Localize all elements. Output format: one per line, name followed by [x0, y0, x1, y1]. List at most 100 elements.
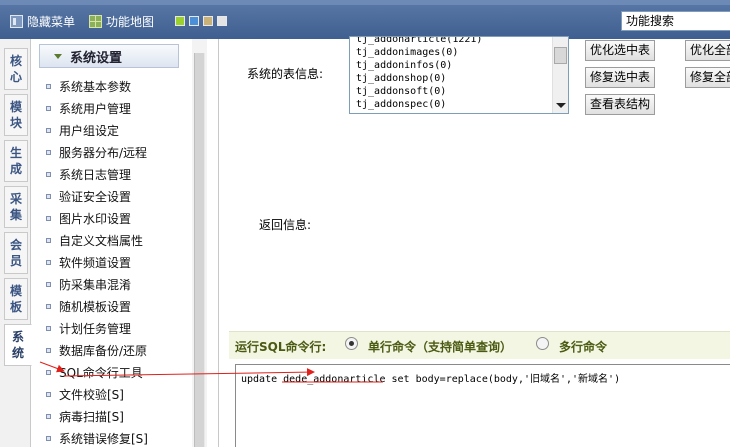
table-info-label: 系统的表信息: [247, 67, 324, 81]
hide-menu-label: 隐藏菜单 [27, 14, 76, 29]
content-divider [218, 39, 219, 447]
menu-item-label: 用户组设定 [59, 123, 120, 138]
menu-item-error-repair[interactable]: 系统错误修复[S] [46, 429, 148, 447]
bullet-icon [46, 391, 51, 397]
menu-item-random-template[interactable]: 随机模板设置 [46, 297, 131, 315]
view-structure-button[interactable]: 查看表结构 [585, 94, 656, 115]
table-option[interactable]: tj_addonimages(0) [356, 46, 458, 59]
bullet-icon [46, 369, 51, 375]
scroll-down-arrow-icon[interactable] [556, 103, 566, 108]
site-map-label: 功能地图 [106, 14, 155, 29]
menu-item-label: SQL命令行工具 [59, 365, 143, 380]
toolbar-stripe [0, 0, 730, 5]
hide-menu-button[interactable]: 隐藏菜单 [10, 12, 75, 30]
tab-system[interactable]: 系统 [4, 324, 32, 366]
theme-swatch-tan[interactable] [203, 16, 213, 26]
menu-item-servers[interactable]: 服务器分布/远程 [46, 143, 147, 161]
menu-item-logs[interactable]: 系统日志管理 [46, 165, 131, 183]
tab-system-label: 系统 [11, 330, 24, 360]
bullet-icon [46, 193, 51, 199]
table-option[interactable]: tj_addonshop(0) [356, 72, 446, 85]
menu-item-users[interactable]: 系统用户管理 [46, 99, 131, 117]
tab-generate-label: 生成 [9, 146, 22, 176]
optimize-selected-button[interactable]: 优化选中表 [585, 40, 656, 61]
single-line-label[interactable]: 单行命令（支持简单查询） [368, 338, 512, 355]
multi-line-label[interactable]: 多行命令 [559, 338, 607, 355]
table-option[interactable]: tj_addoninfos(0) [356, 59, 452, 72]
tab-core[interactable]: 核心 [4, 48, 28, 90]
menu-item-file-check[interactable]: 文件校验[S] [46, 385, 124, 403]
multi-line-radio[interactable] [536, 337, 549, 350]
menu-item-label: 自定义文档属性 [59, 233, 144, 248]
tab-collect-label: 采集 [9, 192, 22, 222]
table-option[interactable]: tj_addonarticle(1221) [356, 37, 482, 46]
bullet-icon [46, 413, 51, 419]
tab-module-label: 模块 [9, 100, 22, 130]
repair-selected-button[interactable]: 修复选中表 [585, 67, 656, 88]
menu-item-sql-tool[interactable]: SQL命令行工具 [46, 363, 143, 381]
menu-item-label: 验证安全设置 [59, 189, 132, 204]
theme-swatch-blue[interactable] [189, 16, 199, 26]
bullet-icon [46, 127, 51, 133]
panel-splitter[interactable] [192, 39, 207, 447]
tab-generate[interactable]: 生成 [4, 140, 28, 182]
optimize-all-button[interactable]: 优化全部 [685, 40, 730, 61]
menu-item-label: 病毒扫描[S] [59, 409, 124, 424]
menu-item-watermark[interactable]: 图片水印设置 [46, 209, 131, 227]
menu-header-label: 系统设置 [70, 50, 123, 66]
top-toolbar: 隐藏菜单 功能地图 功能搜索 [0, 0, 730, 39]
menu-item-label: 防采集串混淆 [59, 277, 132, 292]
menu-item-label: 数据库备份/还原 [59, 343, 148, 358]
menu-item-label: 随机模板设置 [59, 299, 132, 314]
table-option[interactable]: tj_addonsoft(0) [356, 85, 446, 98]
bullet-icon [46, 215, 51, 221]
table-list-scrollbar[interactable] [552, 37, 568, 113]
menu-item-label: 文件校验[S] [59, 387, 124, 402]
menu-item-virus-scan[interactable]: 病毒扫描[S] [46, 407, 124, 425]
bullet-icon [46, 281, 51, 287]
theme-swatch-gray[interactable] [217, 16, 227, 26]
menu-item-anti-scrape[interactable]: 防采集串混淆 [46, 275, 131, 293]
tab-template-label: 模板 [9, 284, 22, 314]
menu-header[interactable]: 系统设置 [39, 44, 179, 68]
site-map-button[interactable]: 功能地图 [89, 12, 154, 30]
menu-item-software-channel[interactable]: 软件频道设置 [46, 253, 131, 271]
menu-item-db-backup[interactable]: 数据库备份/还原 [46, 341, 147, 359]
bullet-icon [46, 83, 51, 89]
table-option[interactable]: tj_addonspec(0) [356, 98, 446, 111]
menu-item-scheduled-tasks[interactable]: 计划任务管理 [46, 319, 131, 337]
splitter-bar[interactable] [194, 53, 205, 447]
menu-item-label: 图片水印设置 [59, 211, 132, 226]
tab-module[interactable]: 模块 [4, 94, 28, 136]
menu-item-basic-params[interactable]: 系统基本参数 [46, 77, 131, 95]
site-map-icon [89, 14, 102, 28]
menu-item-user-groups[interactable]: 用户组设定 [46, 121, 119, 139]
sql-command-input[interactable]: update dede_addonarticle set body=replac… [235, 364, 730, 447]
system-menu: 系统设置 系统基本参数 系统用户管理 用户组设定 服务器分布/远程 系统日志管理… [32, 39, 192, 447]
scrollbar-thumb[interactable] [554, 47, 567, 64]
menu-item-label: 软件频道设置 [59, 255, 132, 270]
menu-item-label: 服务器分布/远程 [59, 145, 148, 160]
tab-collect[interactable]: 采集 [4, 186, 28, 228]
single-line-radio[interactable] [345, 337, 358, 350]
tab-core-label: 核心 [9, 54, 22, 84]
bullet-icon [46, 171, 51, 177]
function-search-input[interactable]: 功能搜索 [621, 11, 730, 31]
collapse-arrow-icon [54, 53, 62, 59]
repair-all-button[interactable]: 修复全部 [685, 67, 730, 88]
bullet-icon [46, 259, 51, 265]
menu-item-label: 系统日志管理 [59, 167, 132, 182]
table-list[interactable]: tj_addonarticle(1221) tj_addonimages(0) … [349, 36, 569, 114]
bullet-icon [46, 435, 51, 441]
menu-item-label: 系统用户管理 [59, 101, 132, 116]
theme-swatch-green[interactable] [175, 16, 185, 26]
tab-template[interactable]: 模板 [4, 278, 28, 320]
menu-item-doc-attributes[interactable]: 自定义文档属性 [46, 231, 143, 249]
run-sql-row: 运行SQL命令行: 单行命令（支持简单查询） 多行命令 [229, 331, 730, 359]
menu-item-label: 系统错误修复[S] [59, 431, 148, 446]
menu-item-security[interactable]: 验证安全设置 [46, 187, 131, 205]
bullet-icon [46, 237, 51, 243]
tab-member[interactable]: 会员 [4, 232, 28, 274]
bullet-icon [46, 149, 51, 155]
bullet-icon [46, 347, 51, 353]
